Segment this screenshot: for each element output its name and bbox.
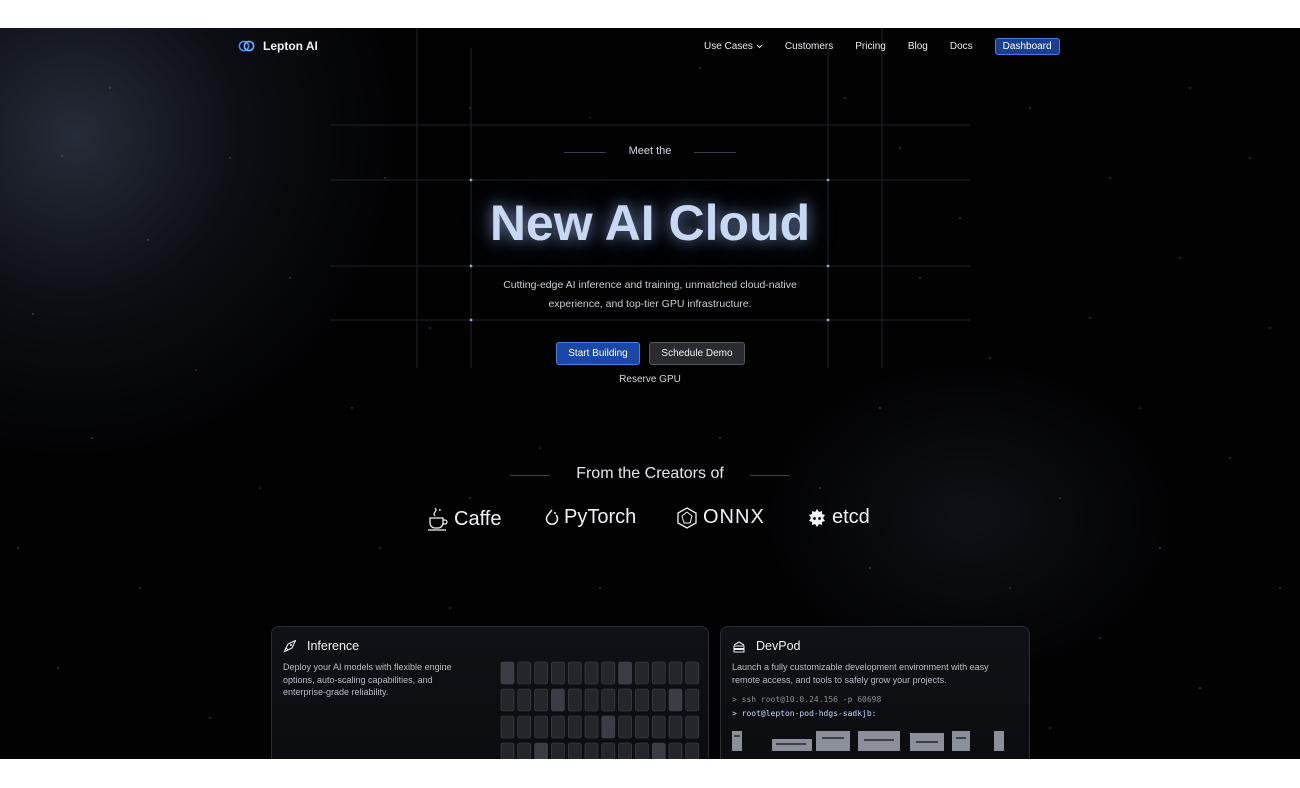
etcd-logo-text: etcd (832, 506, 870, 528)
gpu-cell (668, 661, 683, 685)
pytorch-logo: PyTorch (545, 506, 636, 529)
onnx-logo-text: ONNX (703, 506, 765, 528)
gpu-cell (618, 715, 632, 739)
gpu-cell (685, 661, 700, 685)
gpu-cell (567, 742, 582, 759)
nav-link-docs[interactable]: Docs (950, 41, 973, 52)
nav-link-customers[interactable]: Customers (785, 41, 833, 52)
page-frame: Lepton AI Use Cases Customers Pricing Bl… (0, 28, 1300, 759)
gpu-cell (584, 742, 599, 759)
gpu-cell (635, 688, 649, 712)
terminal-line: > ssh root@10.0.24.156 -p 60698 (732, 695, 882, 704)
gpu-cell (567, 661, 582, 685)
gpu-cell (517, 688, 532, 712)
gpu-cell (567, 715, 582, 739)
top-navigation: Use Cases Customers Pricing Blog Docs Da… (704, 38, 1060, 55)
gpu-cell (601, 715, 616, 739)
schedule-demo-button[interactable]: Schedule Demo (649, 342, 745, 365)
gpu-cell (584, 661, 599, 685)
gpu-cell (534, 742, 548, 759)
coffee-cup-icon (428, 507, 448, 531)
nav-link-blog[interactable]: Blog (908, 41, 928, 52)
gpu-cell (517, 742, 532, 759)
gpu-cell (618, 661, 632, 685)
gpu-cell (551, 742, 565, 759)
pytorch-flame-icon (545, 509, 559, 525)
creators-heading: From the Creators of (576, 465, 724, 482)
gpu-cell (517, 715, 532, 739)
gpu-cell (584, 688, 599, 712)
gpu-cell (635, 742, 649, 759)
eyebrow-divider-right (694, 152, 736, 153)
gpu-cell (534, 661, 548, 685)
gpu-cell (601, 688, 616, 712)
onnx-logo: ONNX (676, 506, 765, 529)
gpu-cell (668, 688, 683, 712)
gpu-cell (618, 742, 632, 759)
rocket-icon (283, 639, 297, 653)
creators-divider-right (750, 475, 790, 476)
gpu-grid-illustration (500, 661, 700, 759)
onnx-polygon-icon (677, 506, 697, 529)
gpu-cell (584, 715, 599, 739)
brand-logo[interactable]: Lepton AI (238, 39, 318, 53)
gpu-cell (685, 688, 700, 712)
card-header: DevPod (732, 639, 800, 653)
gpu-cell (551, 715, 565, 739)
gpu-cell (618, 688, 632, 712)
chevron-down-icon (756, 44, 763, 49)
gpu-cell (601, 661, 616, 685)
card-header: Inference (283, 639, 359, 653)
lepton-logo-icon (238, 40, 255, 52)
gpu-cell (534, 715, 548, 739)
gpu-cell (500, 742, 515, 759)
gpu-cell (668, 715, 683, 739)
inference-card[interactable]: Inference Deploy your AI models with fle… (271, 626, 709, 759)
ascii-art-banner (732, 731, 1004, 751)
gpu-cell (651, 661, 666, 685)
gpu-cell (534, 688, 548, 712)
start-building-button[interactable]: Start Building (556, 342, 640, 365)
gpu-cell (517, 661, 532, 685)
gpu-cell (551, 688, 565, 712)
server-stack-icon (733, 641, 745, 653)
pytorch-logo-text: PyTorch (564, 506, 637, 528)
gpu-cell (567, 688, 582, 712)
card-description: Deploy your AI models with flexible engi… (283, 662, 452, 697)
hero-title: New AI Cloud (489, 195, 811, 251)
terminal-output: > ssh root@10.0.24.156 -p 60698 > root@l… (732, 693, 881, 721)
gpu-cell (635, 715, 649, 739)
gpu-cell (601, 742, 616, 759)
devpod-card[interactable]: DevPod Launch a fully customizable devel… (720, 626, 1030, 759)
dashboard-button[interactable]: Dashboard (994, 38, 1060, 55)
reserve-gpu-link[interactable]: Reserve GPU (0, 374, 1300, 385)
gpu-cell (668, 742, 683, 759)
gpu-cell (651, 742, 666, 759)
caffe-logo-text: Caffe (454, 507, 502, 530)
etcd-logo: etcd (807, 506, 870, 529)
gpu-cell (685, 715, 700, 739)
card-title: DevPod (756, 639, 801, 653)
card-title: Inference (307, 639, 360, 653)
card-description: Launch a fully customizable development … (732, 662, 989, 685)
etcd-gear-icon (809, 508, 825, 527)
gpu-cell (651, 715, 666, 739)
nav-link-use-cases[interactable]: Use Cases (704, 41, 763, 52)
hero-subtitle: Cutting-edge AI inference and training, … (503, 279, 797, 310)
hero-eyebrow: Meet the (628, 145, 672, 157)
nav-link-label: Use Cases (704, 41, 753, 52)
gpu-cell (635, 661, 649, 685)
gpu-cell (685, 742, 700, 759)
gpu-cell (500, 661, 515, 685)
gpu-cell (651, 688, 666, 712)
caffe-logo: Caffe (427, 506, 501, 532)
nav-link-pricing[interactable]: Pricing (855, 41, 886, 52)
brand-name: Lepton AI (263, 39, 318, 53)
gpu-cell (551, 661, 565, 685)
gpu-cell (500, 715, 515, 739)
terminal-line: > root@lepton-pod-hdgs-sadkjb: (732, 709, 877, 718)
gpu-cell (500, 688, 515, 712)
